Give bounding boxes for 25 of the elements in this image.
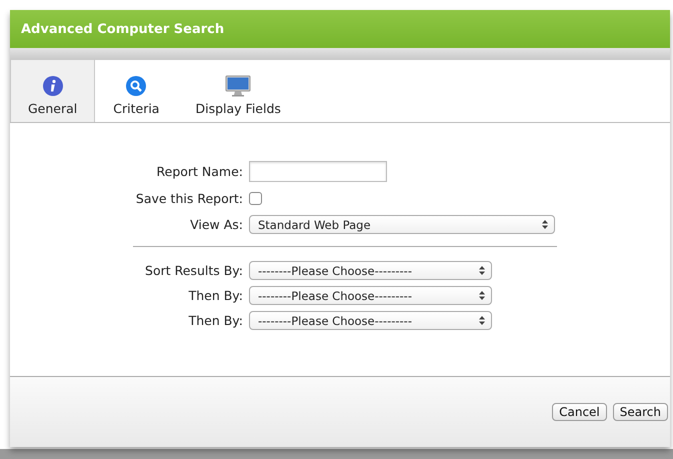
dropdown[interactable]: --------Please Choose--------- [249, 311, 492, 330]
report-name-field[interactable] [249, 161, 387, 182]
stepper-arrows-icon [542, 220, 548, 229]
stepper-arrows-icon [479, 291, 485, 300]
stepper-arrows-icon [479, 266, 485, 275]
tab[interactable]: Criteria [95, 60, 178, 122]
monitor-icon [225, 75, 252, 97]
window-title: Advanced Computer Search [21, 22, 224, 36]
tab[interactable]: Display Fields [177, 60, 299, 122]
search-icon [125, 75, 148, 97]
field-label: Then By: [188, 313, 243, 328]
dropdown[interactable]: --------Please Choose--------- [249, 261, 492, 280]
dropdown[interactable]: Standard Web Page [249, 215, 555, 234]
info-icon [42, 75, 64, 97]
field-label: Sort Results By: [145, 263, 243, 278]
dialog-button[interactable]: Search [612, 403, 668, 421]
checkbox[interactable] [249, 192, 262, 205]
field-label: Report Name: [156, 164, 243, 179]
field-label: Save this Report: [136, 191, 243, 206]
dialog-button[interactable]: Cancel [552, 403, 607, 421]
tab[interactable]: General [10, 60, 96, 122]
stepper-arrows-icon [479, 316, 485, 325]
dropdown[interactable]: --------Please Choose--------- [249, 286, 492, 305]
field-label: View As: [190, 217, 243, 232]
field-label: Then By: [188, 288, 243, 303]
